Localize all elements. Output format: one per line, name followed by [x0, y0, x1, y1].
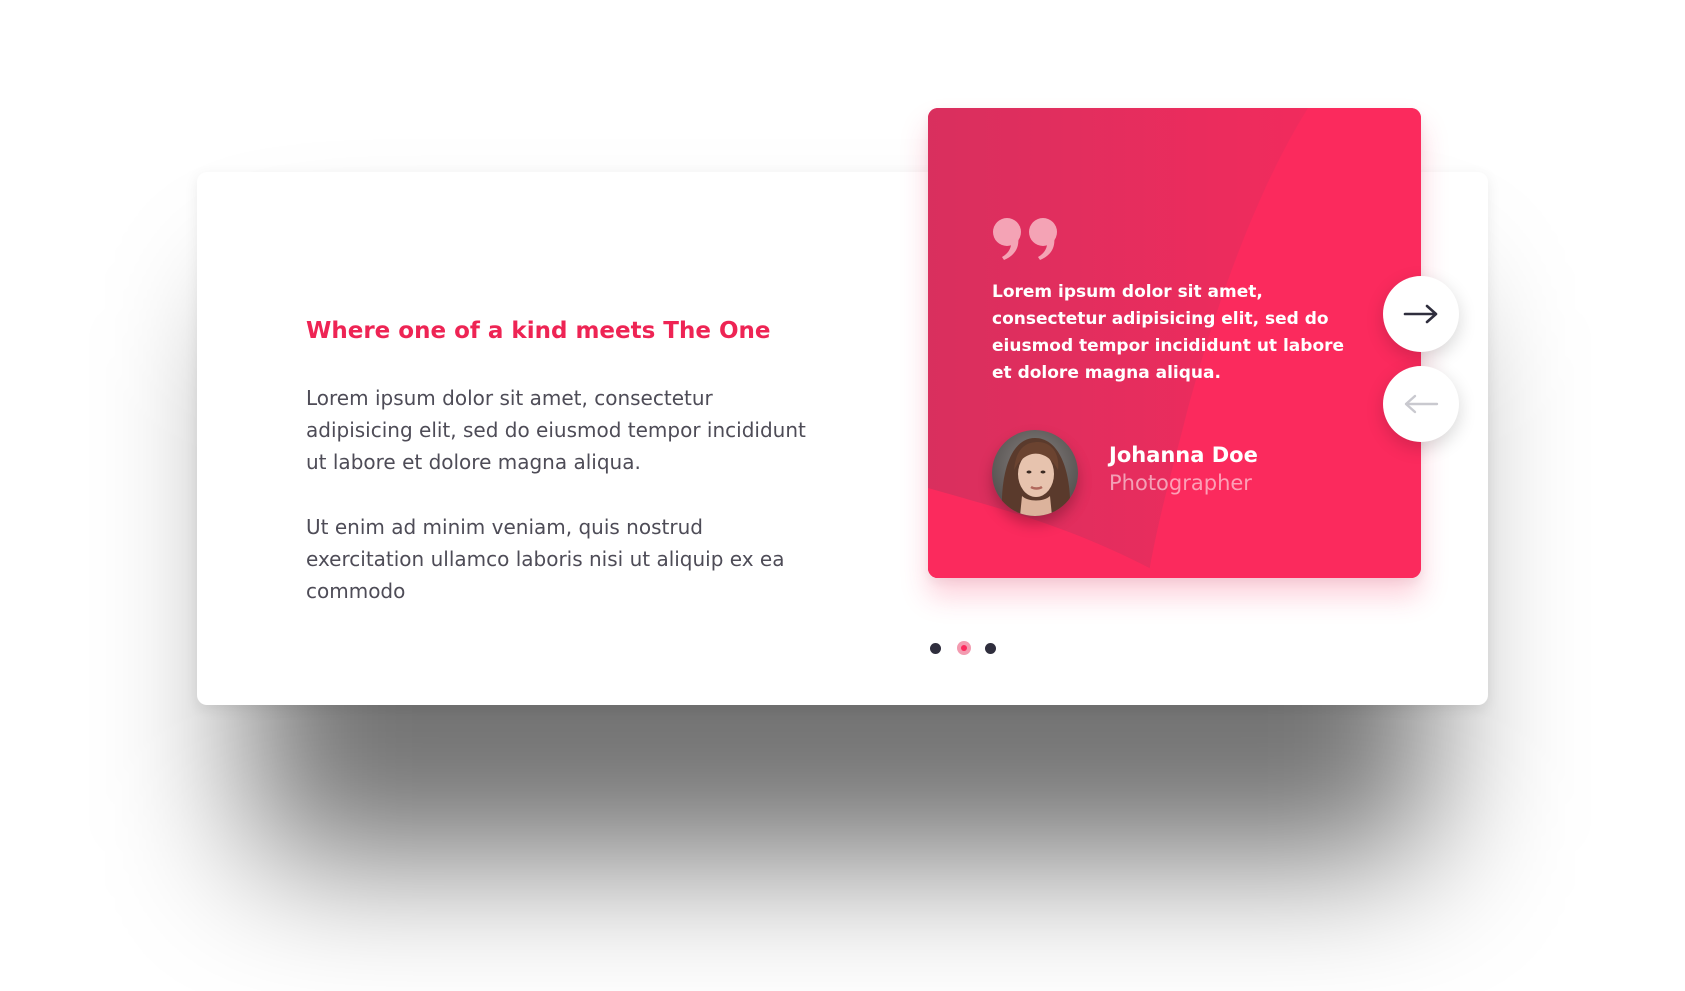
- testimonial-card: Lorem ipsum dolor sit amet, consectetur …: [928, 108, 1421, 578]
- pagination-dots: [930, 640, 1012, 656]
- intro-paragraph-2: Ut enim ad minim veniam, quis nostrud ex…: [306, 515, 785, 603]
- arrow-left-icon: [1404, 394, 1439, 414]
- previous-button[interactable]: [1383, 366, 1459, 442]
- section-headline: Where one of a kind meets The One: [306, 318, 771, 344]
- author-name: Johanna Doe: [1109, 443, 1258, 467]
- pagination-dot-3[interactable]: [985, 642, 996, 654]
- next-button[interactable]: [1383, 276, 1459, 352]
- arrow-right-icon: [1403, 304, 1438, 324]
- author-role: Photographer: [1109, 471, 1252, 495]
- testimonial-section: Where one of a kind meets The One Lorem …: [0, 0, 1685, 991]
- avatar: [992, 430, 1078, 516]
- intro-paragraph-1: Lorem ipsum dolor sit amet, consectetur …: [306, 386, 806, 474]
- pagination-dot-1[interactable]: [930, 642, 941, 654]
- pagination-dot-2-active[interactable]: [957, 641, 971, 655]
- testimonial-quote: Lorem ipsum dolor sit amet, consectetur …: [992, 282, 1345, 383]
- quote-icon: [993, 218, 1057, 260]
- avatar-portrait: [992, 430, 1078, 516]
